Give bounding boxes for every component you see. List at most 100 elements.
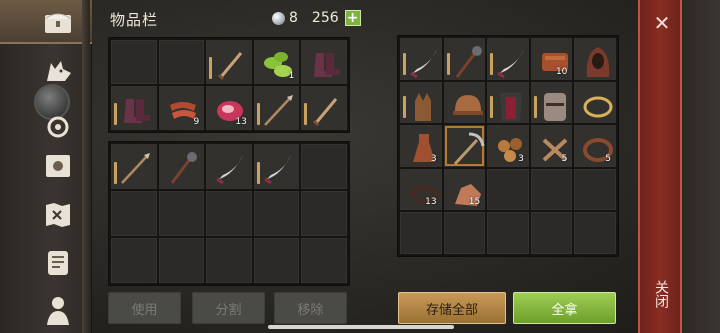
scimitar-icon xyxy=(216,155,244,185)
storage-slot[interactable] xyxy=(443,125,486,167)
inventory-slot[interactable] xyxy=(158,144,205,189)
inventory-slot[interactable] xyxy=(206,191,252,236)
helmet-icon xyxy=(452,94,483,115)
storage-slot[interactable] xyxy=(443,81,486,124)
scimitar-icon xyxy=(410,49,437,79)
scroll-icon[interactable] xyxy=(38,242,78,282)
storage-slot[interactable] xyxy=(574,81,616,124)
add-currency-button[interactable]: + xyxy=(344,10,361,26)
spear-icon xyxy=(121,153,150,184)
great-helm-icon xyxy=(543,92,566,121)
crown-icon xyxy=(583,96,613,118)
wolf-icon[interactable] xyxy=(38,50,78,90)
spear-icon xyxy=(263,95,293,126)
storage-slot[interactable] xyxy=(443,38,486,80)
close-button-label[interactable]: 关闭 xyxy=(653,280,671,308)
sidebar-rail xyxy=(82,0,90,333)
home-indicator xyxy=(268,325,454,329)
flask-icon xyxy=(413,134,435,163)
storage-slot[interactable]: 13 xyxy=(400,168,442,211)
inventory-slot[interactable] xyxy=(301,238,347,283)
storage-slot[interactable]: 3 xyxy=(487,125,529,167)
coin-count: 8 xyxy=(289,10,298,26)
split-button[interactable]: 分割 xyxy=(192,292,265,324)
chest-armor-icon xyxy=(500,92,523,121)
storage-slot[interactable] xyxy=(487,212,529,254)
inventory-slot[interactable] xyxy=(301,144,347,189)
ore-icon xyxy=(454,183,481,206)
inventory-slot[interactable] xyxy=(111,191,157,236)
remove-button[interactable]: 移除 xyxy=(274,292,347,324)
inventory-slot[interactable] xyxy=(111,40,157,84)
storage-slot[interactable]: 3 xyxy=(400,125,442,167)
storage-slot[interactable]: 10 xyxy=(530,38,573,80)
item-count: 10 xyxy=(555,66,568,77)
storage-slot[interactable] xyxy=(574,212,616,254)
item-count: 5 xyxy=(605,153,611,164)
item-count: 5 xyxy=(561,153,568,164)
item-count: 1 xyxy=(288,71,295,81)
storage-slot[interactable] xyxy=(487,38,529,80)
use-button[interactable]: 使用 xyxy=(108,292,181,324)
mace-icon xyxy=(170,152,197,184)
map-icon[interactable] xyxy=(38,194,78,234)
inventory-slot[interactable] xyxy=(206,144,252,189)
inventory-slot[interactable] xyxy=(158,238,205,283)
hood-icon xyxy=(587,47,610,77)
item-count: 3 xyxy=(518,153,524,164)
gold-count: 256 xyxy=(311,10,339,26)
storage-slot[interactable] xyxy=(400,81,442,124)
inventory-slot[interactable] xyxy=(111,86,157,130)
inventory-slot[interactable]: 1 xyxy=(253,40,300,84)
scimitar-icon xyxy=(263,155,291,185)
storage-slot[interactable] xyxy=(574,168,616,211)
storage-slot[interactable] xyxy=(443,212,486,254)
storage-slot[interactable] xyxy=(487,168,529,211)
currency-display: 8 256 + xyxy=(272,10,361,26)
storage-slot[interactable]: 5 xyxy=(530,125,573,167)
chest-icon[interactable] xyxy=(38,2,78,42)
storage-slot[interactable] xyxy=(530,168,573,211)
inventory-grid-bottom xyxy=(108,141,350,286)
storage-slot[interactable] xyxy=(400,38,442,80)
page-title: 物品栏 xyxy=(110,11,159,29)
inventory-slot[interactable] xyxy=(158,40,205,84)
store-all-button[interactable]: 存储全部 xyxy=(398,292,506,324)
inventory-slot[interactable] xyxy=(301,86,347,130)
storage-slot[interactable] xyxy=(487,81,529,124)
inventory-slot[interactable] xyxy=(206,238,252,283)
inventory-slot[interactable]: 13 xyxy=(206,86,252,130)
crafting-icon[interactable] xyxy=(38,104,78,144)
inventory-slot[interactable] xyxy=(158,191,205,236)
inventory-slot[interactable] xyxy=(206,40,252,84)
inventory-slot[interactable] xyxy=(301,191,347,236)
inventory-slot[interactable] xyxy=(253,86,300,130)
storage-slot[interactable] xyxy=(400,212,442,254)
storage-slot[interactable] xyxy=(574,38,616,80)
item-count: 13 xyxy=(235,117,247,127)
storage-slot[interactable]: 15 xyxy=(443,168,486,211)
sun-icon[interactable] xyxy=(38,146,78,186)
bones-icon xyxy=(542,138,568,162)
character-icon[interactable] xyxy=(38,290,78,330)
inventory-slot[interactable] xyxy=(111,238,157,283)
inventory-slot[interactable] xyxy=(253,191,300,236)
take-all-button[interactable]: 全拿 xyxy=(513,292,616,324)
inventory-slot[interactable] xyxy=(253,238,300,283)
storage-slot[interactable] xyxy=(530,81,573,124)
boots-icon xyxy=(314,53,341,77)
storage-slot[interactable]: 5 xyxy=(574,125,616,167)
close-icon[interactable]: ✕ xyxy=(640,10,684,36)
leather-icon xyxy=(541,53,568,71)
coin-icon xyxy=(272,11,285,25)
inventory-slot[interactable] xyxy=(301,40,347,84)
item-count: 13 xyxy=(425,197,437,208)
inventory-slot[interactable] xyxy=(253,144,300,189)
inventory-slot[interactable]: 9 xyxy=(158,86,205,130)
pickaxe-icon xyxy=(453,132,485,166)
rope-icon xyxy=(583,138,614,163)
storage-slot[interactable] xyxy=(530,212,573,254)
sword-icon xyxy=(218,52,243,81)
inventory-slot[interactable] xyxy=(111,144,157,189)
close-panel[interactable]: ✕ 关闭 xyxy=(638,0,682,333)
